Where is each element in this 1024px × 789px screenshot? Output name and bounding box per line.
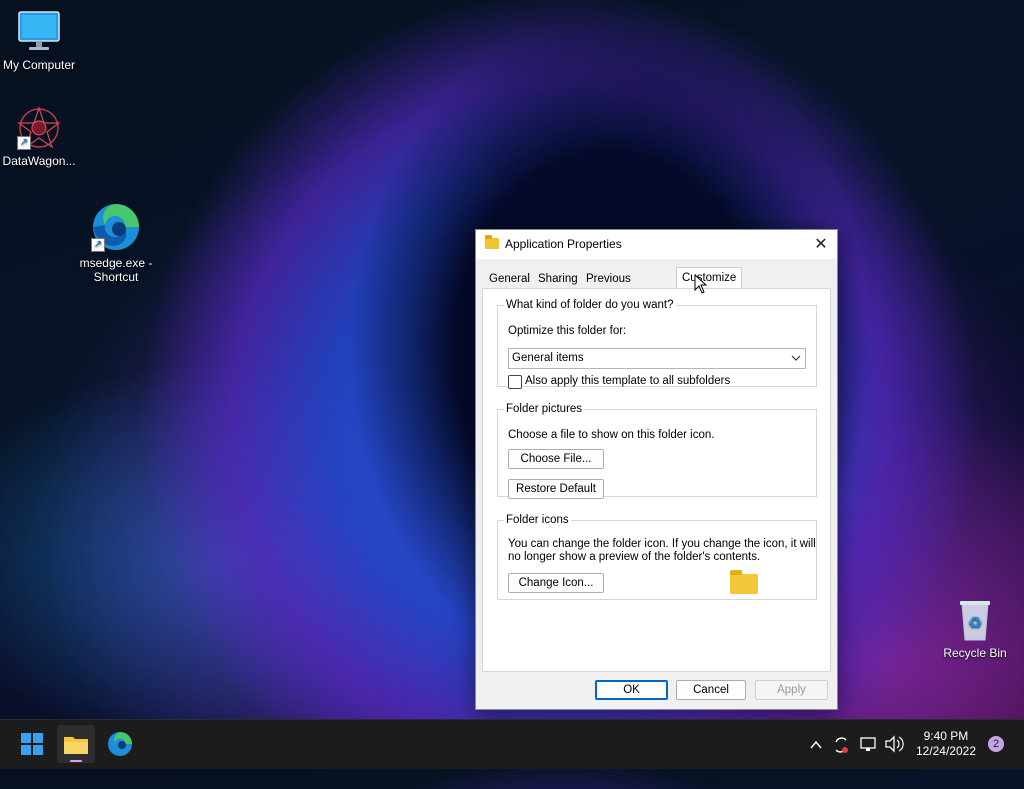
desktop-icon-datawagon[interactable]: ↗ DataWagon... [0,106,84,168]
desktop-icon-label: Recycle Bin [943,646,1007,660]
desktop-icon-label: My Computer [2,58,76,72]
folder-pictures-group: Folder pictures Choose a file to show on… [497,403,817,499]
edge-icon: ↗ [91,202,141,252]
change-icon-button[interactable]: Change Icon... [508,573,604,593]
optimize-label: Optimize this folder for: [508,325,627,337]
choose-file-button[interactable]: Choose File... [508,449,604,469]
group-legend: Folder pictures [506,403,583,415]
tab-previous-versions[interactable]: Previous Versions [586,271,631,302]
apply-button[interactable]: Apply [755,680,828,700]
chevron-down-icon [791,351,801,368]
optimize-dropdown-value: General items [512,352,584,364]
cancel-button[interactable]: Cancel [676,680,746,700]
file-explorer-icon [64,737,88,762]
notification-badge[interactable]: 2 [988,736,1004,752]
datawagon-logo-icon: ↗ [17,106,61,150]
folder-icons-description-line2: no longer show a preview of the folder's… [508,551,761,563]
windows-logo-icon [21,733,43,755]
recycle-bin-icon: ♻ [953,598,997,642]
taskbar-edge[interactable] [101,725,139,763]
taskbar: 9:40 PM 12/24/2022 2 [0,719,1024,769]
clock-date: 12/24/2022 [915,744,976,758]
tab-sharing[interactable]: Sharing [538,271,578,288]
desktop-icon-msedge[interactable]: ↗ msedge.exe - Shortcut [71,202,161,284]
shortcut-arrow-icon: ↗ [17,136,31,150]
chevron-up-icon[interactable] [809,720,823,789]
desktop-icon-label: msedge.exe - Shortcut [79,256,153,284]
svg-text:♻: ♻ [968,615,982,632]
tab-customize[interactable]: Customize [676,267,743,289]
edge-icon [108,732,132,756]
properties-dialog: Application Properties ✕ General Sharing… [475,229,838,710]
folder-pictures-description: Choose a file to show on this folder ico… [508,429,715,441]
desktop-icon-my-computer[interactable]: My Computer [0,10,84,72]
apply-subfolders-checkbox[interactable] [508,375,522,389]
restore-default-button[interactable]: Restore Default [508,479,604,499]
folder-icons-description-line1: You can change the folder icon. If you c… [508,538,816,550]
folder-preview-icon [730,570,758,594]
apply-subfolders-label[interactable]: Also apply this template to all subfolde… [525,375,730,387]
monitor-icon [17,10,61,54]
mouse-cursor-icon [694,273,708,297]
sync-icon[interactable] [832,720,850,789]
desktop-icon-label: DataWagon... [2,154,76,168]
taskbar-file-explorer[interactable] [57,725,95,763]
group-legend: Folder icons [506,514,569,526]
folder-icons-group: Folder icons You can change the folder i… [497,514,817,600]
ok-button[interactable]: OK [595,680,668,700]
folder-icon [485,235,499,249]
network-icon[interactable] [858,720,878,789]
folder-type-group: What kind of folder do you want? Optimiz… [497,299,817,389]
clock-time: 9:40 PM [923,729,969,743]
tab-panel-customize: What kind of folder do you want? Optimiz… [482,288,831,672]
desktop-icon-recycle-bin[interactable]: ♻ Recycle Bin [930,598,1020,660]
tab-general[interactable]: General [489,271,530,288]
dialog-titlebar[interactable]: Application Properties ✕ [476,230,837,259]
optimize-dropdown[interactable]: General items [508,348,806,369]
dialog-title: Application Properties [505,237,622,251]
group-legend: What kind of folder do you want? [506,299,674,311]
taskbar-clock[interactable]: 9:40 PM 12/24/2022 [916,729,976,759]
shortcut-arrow-icon: ↗ [91,238,105,252]
close-button[interactable]: ✕ [805,230,837,259]
volume-icon[interactable] [884,720,904,789]
start-button[interactable] [13,725,51,763]
